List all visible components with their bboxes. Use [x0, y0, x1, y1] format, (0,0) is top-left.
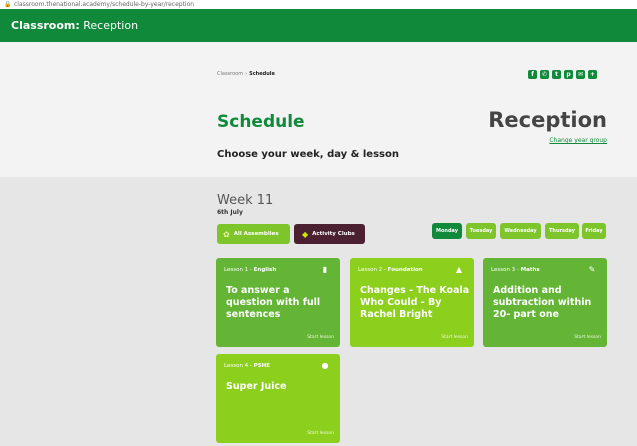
breadcrumb: Classroom › Schedule [217, 71, 275, 77]
page-subtitle: Choose your week, day & lesson [217, 149, 399, 160]
day-tab-label: Wednesday [504, 228, 537, 234]
lesson-number: Lesson 2 - [358, 267, 388, 273]
day-tab-monday[interactable]: Monday [432, 223, 462, 239]
week-title: Week 11 [217, 193, 274, 208]
day-tab-label: Friday [585, 228, 603, 234]
lesson-subject: PSHE [253, 363, 271, 369]
all-assemblies-button[interactable]: ✿ All Assemblies [217, 224, 290, 244]
lesson-label: Lesson 4 - PSHE [224, 363, 270, 369]
site-top-bar: Classroom: Reception [0, 9, 637, 42]
change-year-link[interactable]: Change year group [549, 137, 607, 144]
lesson-title: Super Juice [226, 381, 287, 392]
day-tab-thursday[interactable]: Thursday [545, 223, 579, 239]
day-tab-tuesday[interactable]: Tuesday [466, 223, 496, 239]
lesson-title: To answer a question with full sentences [226, 285, 321, 320]
start-lesson-link[interactable]: Start lesson [574, 335, 601, 340]
breadcrumb-separator: › [245, 71, 248, 77]
lesson-card-foundation[interactable]: Lesson 2 - Foundation ▲ Changes - The Ko… [350, 258, 474, 347]
lesson-number: Lesson 4 - [224, 363, 254, 369]
week-date: 6th July [217, 209, 243, 216]
lesson-title: Addition and subtraction within 20- part… [493, 285, 592, 320]
whatsapp-icon[interactable]: ✆ [540, 70, 549, 79]
lesson-number: Lesson 1 - [224, 267, 254, 273]
year-group-title: Reception [488, 108, 607, 132]
lesson-card-english[interactable]: Lesson 1 - English ▮ To answer a questio… [216, 258, 340, 347]
book-icon: ▮ [322, 265, 328, 274]
schedule-header: Classroom › Schedule f ✆ t p ✉ + Schedule … [0, 42, 637, 177]
lesson-subject: English [253, 267, 277, 273]
start-lesson-link[interactable]: Start lesson [441, 335, 468, 340]
lesson-card-maths[interactable]: Lesson 3 - Maths ✎ Addition and subtract… [483, 258, 607, 347]
lesson-label: Lesson 2 - Foundation [358, 267, 423, 273]
lesson-card-pshe[interactable]: Lesson 4 - PSHE ● Super Juice Start less… [216, 354, 340, 443]
pinterest-icon[interactable]: p [564, 70, 573, 79]
browser-address-bar[interactable]: 🔒 classroom.thenational.academy/schedule… [0, 0, 637, 9]
section-label: Reception [83, 19, 139, 32]
share-icon[interactable]: + [588, 70, 597, 79]
assembly-icon: ✿ [223, 229, 230, 239]
breadcrumb-root[interactable]: Classroom [217, 71, 243, 77]
day-tab-label: Tuesday [469, 228, 493, 234]
cup-icon: ● [321, 361, 329, 370]
lesson-label: Lesson 3 - Maths [491, 267, 540, 273]
breadcrumb-current: Schedule [249, 71, 275, 77]
lock-icon: 🔒 [4, 1, 12, 8]
start-lesson-link[interactable]: Start lesson [307, 335, 334, 340]
twitter-icon[interactable]: t [552, 70, 561, 79]
email-icon[interactable]: ✉ [576, 70, 585, 79]
facebook-icon[interactable]: f [528, 70, 537, 79]
start-lesson-link[interactable]: Start lesson [307, 431, 334, 436]
day-tab-label: Thursday [548, 228, 576, 234]
page-title: Schedule [217, 112, 305, 132]
lesson-label: Lesson 1 - English [224, 267, 276, 273]
day-tab-wednesday[interactable]: Wednesday [500, 223, 541, 239]
lesson-title: Changes - The Koala Who Could - By Rache… [360, 285, 470, 320]
ruler-pencil-icon: ✎ [588, 265, 596, 274]
site-title[interactable]: Classroom: Reception [11, 19, 138, 32]
lamp-icon: ▲ [455, 265, 463, 274]
lesson-subject: Foundation [387, 267, 423, 273]
social-share-bar: f ✆ t p ✉ + [528, 70, 597, 79]
activity-clubs-button[interactable]: ◆ Activity Clubs [294, 224, 365, 244]
club-icon: ◆ [302, 229, 309, 239]
url-text: classroom.thenational.academy/schedule-b… [14, 1, 195, 8]
activity-clubs-label: Activity Clubs [312, 231, 355, 237]
day-tab-label: Monday [435, 228, 459, 234]
all-assemblies-label: All Assemblies [233, 231, 279, 237]
brand-label: Classroom: [11, 19, 80, 32]
lesson-subject: Maths [520, 267, 540, 273]
day-tab-friday[interactable]: Friday [582, 223, 606, 239]
lesson-number: Lesson 3 - [491, 267, 521, 273]
